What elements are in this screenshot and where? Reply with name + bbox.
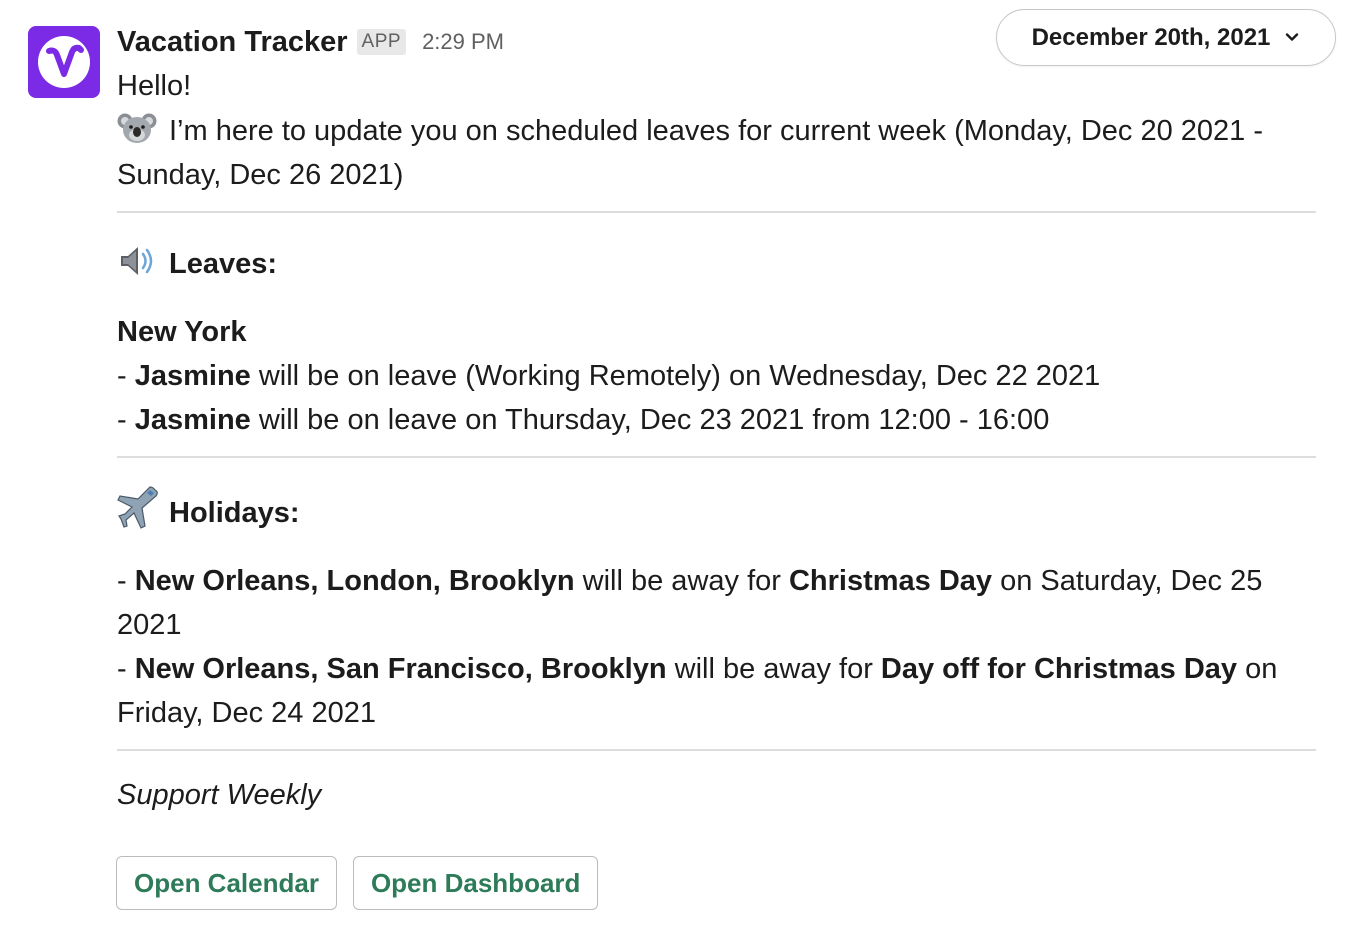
- intro-line-2: Sunday, Dec 26 2021): [117, 159, 404, 191]
- holiday-name: Christmas Day: [788, 565, 993, 597]
- open-calendar-button[interactable]: Open Calendar: [116, 856, 337, 910]
- app-badge: APP: [356, 29, 407, 55]
- footer-note: Support Weekly: [117, 779, 322, 811]
- holiday-entry-continued: Friday, Dec 24 2021: [117, 697, 376, 729]
- holidays-heading-line: Holidays:: [117, 486, 1317, 535]
- holiday-entry: - New Orleans, London, Brooklyn will be …: [117, 565, 1263, 597]
- timestamp[interactable]: 2:29 PM: [422, 29, 504, 55]
- holiday-entry-continued: 2021: [117, 609, 182, 641]
- intro-text: I’m here to update you on scheduled leav…: [117, 108, 1317, 153]
- location-heading: New York: [117, 316, 247, 348]
- holiday-places: New Orleans, San Francisco, Brooklyn: [134, 653, 667, 685]
- slack-message: Vacation Tracker APP 2:29 PM December 20…: [0, 0, 1364, 926]
- koala-emoji-icon: [117, 108, 157, 148]
- person-name: Jasmine: [134, 404, 251, 436]
- action-buttons: Open Calendar Open Dashboard: [116, 856, 599, 910]
- leaves-heading: Leaves:: [169, 248, 278, 280]
- speaker-emoji-icon: [117, 241, 157, 281]
- date-picker[interactable]: December 20th, 2021: [996, 9, 1336, 66]
- message-body: Hello! I’m here to update you on schedul…: [117, 64, 1317, 817]
- date-picker-value: December 20th, 2021: [1031, 23, 1271, 51]
- vacation-tracker-logo-icon[interactable]: [28, 26, 100, 98]
- intro-line-1: I’m here to update you on scheduled leav…: [169, 115, 1264, 147]
- leave-entry: - Jasmine will be on leave (Working Remo…: [117, 360, 1101, 392]
- leave-entry: - Jasmine will be on leave on Thursday, …: [117, 404, 1050, 436]
- chevron-down-icon: [1284, 24, 1300, 52]
- person-name: Jasmine: [134, 360, 251, 392]
- leaves-heading-line: Leaves:: [117, 241, 1317, 286]
- holiday-places: New Orleans, London, Brooklyn: [134, 565, 575, 597]
- sender-name[interactable]: Vacation Tracker: [117, 26, 348, 59]
- open-dashboard-button[interactable]: Open Dashboard: [352, 856, 599, 910]
- airplane-emoji-icon: [117, 486, 158, 529]
- message-header: Vacation Tracker APP 2:29 PM: [117, 22, 504, 62]
- greeting: Hello!: [117, 70, 192, 102]
- holiday-name: Day off for Christmas Day: [880, 653, 1238, 685]
- holiday-entry: - New Orleans, San Francisco, Brooklyn w…: [117, 653, 1278, 685]
- holidays-heading: Holidays:: [169, 497, 300, 529]
